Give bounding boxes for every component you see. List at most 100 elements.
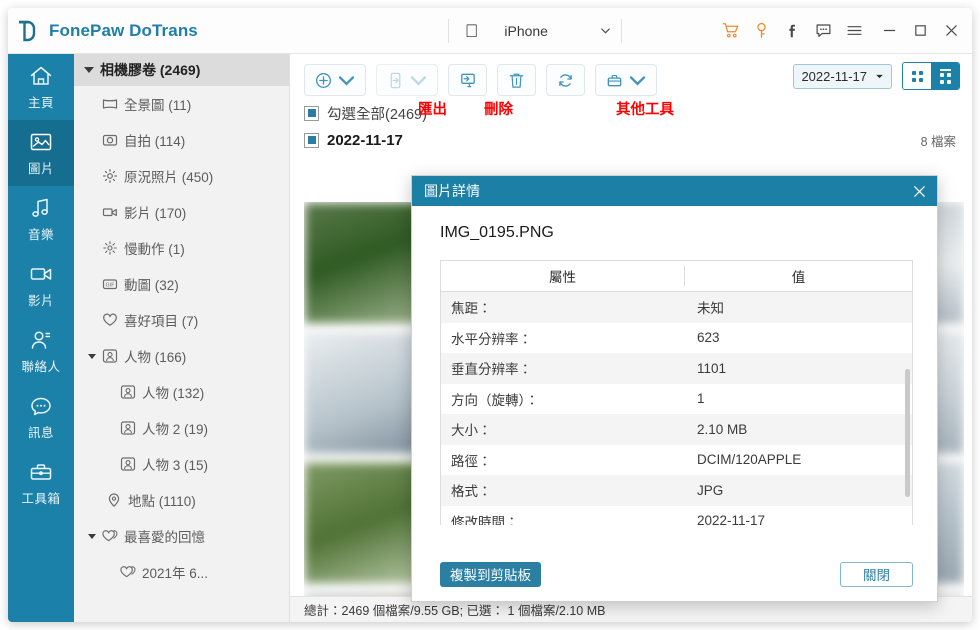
table-row: 修改時間： 2022-11-17 <box>441 506 912 525</box>
table-row: 焦距： 未知 <box>441 292 912 323</box>
property-key: 大小： <box>451 423 492 439</box>
property-value: 1101 <box>697 360 727 376</box>
dialog-scrollbar[interactable] <box>905 369 910 497</box>
tree-item-places[interactable]: 地點 (1110) <box>74 482 289 518</box>
tree-item-label: 最喜愛的回憶 <box>124 530 205 545</box>
app-title: FonePaw DoTrans <box>49 20 198 40</box>
tree-item-gif[interactable]: GIF 動圖 (32) <box>74 266 289 302</box>
dialog-footer: 複製到剪貼板 關閉 <box>412 547 937 601</box>
dialog-title: 圖片詳情 <box>424 183 480 199</box>
location-icon <box>108 493 120 507</box>
property-value: 1 <box>697 391 705 407</box>
property-key: 方向（旋轉）： <box>451 392 539 408</box>
tree-group-people[interactable]: 人物 (166) <box>74 338 289 374</box>
sidebar-item-photos[interactable]: 圖片 <box>8 120 74 186</box>
add-button[interactable] <box>304 64 366 96</box>
table-row: 方向（旋轉）： 1 <box>441 384 912 415</box>
maximize-button[interactable] <box>912 22 929 39</box>
sidebar-item-messages[interactable]: 訊息 <box>8 384 74 450</box>
table-row: 水平分辨率： 623 <box>441 323 912 354</box>
import-to-device-button[interactable] <box>376 64 438 96</box>
dialog-body: IMG_0195.PNG 屬性 值 焦距： 未知 水平分辨率： 623 垂直分辨… <box>412 206 937 547</box>
cart-icon[interactable] <box>722 22 739 39</box>
home-icon <box>30 66 52 85</box>
sidebar-item-toolbox[interactable]: 工具箱 <box>8 450 74 516</box>
tree-item-label: 喜好項目 (7) <box>124 314 199 329</box>
sidebar-label: 圖片 <box>27 162 54 176</box>
refresh-icon <box>559 73 572 87</box>
titlebar-divider <box>447 18 449 43</box>
group-file-count: 8 檔案 <box>920 134 956 149</box>
tree-item-live-photos[interactable]: 原況照片 (450) <box>74 158 289 194</box>
tree-root-camera-roll[interactable]: 相機膠卷 (2469) <box>74 54 289 86</box>
tree-item-memory-2021[interactable]: 2021年 6... <box>74 554 289 590</box>
key-icon[interactable] <box>753 22 770 39</box>
device-selector[interactable]: iPhone <box>504 23 611 39</box>
close-icon[interactable] <box>912 184 927 199</box>
dialog-header: 圖片詳情 <box>412 176 937 206</box>
tree-item-label: 地點 (1110) <box>128 494 196 509</box>
sidebar-item-videos[interactable]: 影片 <box>8 252 74 318</box>
tree-item-label: 慢動作 (1) <box>124 242 185 257</box>
export-to-pc-button[interactable] <box>448 64 487 96</box>
titlebar-actions <box>722 22 972 39</box>
titlebar-divider-2 <box>620 18 622 43</box>
group-checkbox[interactable] <box>304 132 319 148</box>
more-tools-button[interactable] <box>595 64 657 96</box>
slowmo-icon <box>103 241 117 255</box>
facebook-icon[interactable] <box>784 22 801 39</box>
detail-view-icon[interactable] <box>931 63 959 89</box>
column-header-property: 屬性 <box>441 266 685 286</box>
video-icon <box>30 268 52 280</box>
apple-icon:  <box>465 22 479 40</box>
svg-text:GIF: GIF <box>106 282 116 288</box>
close-button[interactable] <box>943 22 960 39</box>
select-all-row[interactable]: 勾選全部(2469) <box>290 100 972 126</box>
property-value: 2.10 MB <box>697 421 748 437</box>
tree-item-person-2[interactable]: 人物 2 (19) <box>74 410 289 446</box>
tree-item-panorama[interactable]: 全景圖 (11) <box>74 86 289 122</box>
sidebar-label: 聯絡人 <box>21 360 61 374</box>
trash-icon <box>509 73 524 88</box>
table-header-row: 屬性 值 <box>441 261 912 292</box>
table-row: 格式： JPG <box>441 475 912 506</box>
copy-to-clipboard-button[interactable]: 複製到剪貼板 <box>440 561 541 587</box>
sidebar: 主頁 圖片 音樂 影片 聯絡人 訊息 工具箱 <box>8 54 74 622</box>
tree-item-label: 人物 2 (19) <box>142 422 209 437</box>
date-group-header[interactable]: 2022-11-17 8 檔案 <box>290 126 972 154</box>
column-header-value: 值 <box>791 270 806 285</box>
tree-item-slow-motion[interactable]: 慢動作 (1) <box>74 230 289 266</box>
live-photo-icon <box>103 169 117 183</box>
table-row: 路徑： DCIM/120APPLE <box>441 445 912 476</box>
sidebar-label: 音樂 <box>27 228 54 242</box>
view-mode-toggle[interactable] <box>902 62 960 90</box>
photo-icon <box>30 133 52 151</box>
sidebar-item-home[interactable]: 主頁 <box>8 54 74 120</box>
sidebar-item-music[interactable]: 音樂 <box>8 186 74 252</box>
minimize-button[interactable] <box>881 22 898 39</box>
grid-view-icon[interactable] <box>903 63 931 89</box>
group-date-label: 2022-11-17 <box>327 131 403 149</box>
fonepaw-logo-icon <box>19 20 36 41</box>
select-all-checkbox[interactable] <box>304 105 319 121</box>
tree-item-person-3[interactable]: 人物 3 (15) <box>74 446 289 482</box>
chevron-down-icon <box>338 75 355 86</box>
tree-item-videos[interactable]: 影片 (170) <box>74 194 289 230</box>
sidebar-label: 訊息 <box>27 426 54 440</box>
tree-item-person-1[interactable]: 人物 (132) <box>74 374 289 410</box>
person-icon <box>120 457 136 471</box>
tree-item-selfie[interactable]: 自拍 (114) <box>74 122 289 158</box>
chevron-down-icon <box>876 74 883 78</box>
menu-icon[interactable] <box>846 22 863 39</box>
sidebar-item-contacts[interactable]: 聯絡人 <box>8 318 74 384</box>
table-row: 垂直分辨率： 1101 <box>441 353 912 384</box>
contacts-icon <box>31 331 51 349</box>
date-filter-dropdown[interactable]: 2022-11-17 <box>793 63 892 89</box>
delete-button[interactable] <box>497 64 536 96</box>
refresh-button[interactable] <box>546 64 585 96</box>
chevron-down-icon <box>629 75 646 86</box>
tree-group-memories[interactable]: 最喜愛的回憶 <box>74 518 289 554</box>
feedback-icon[interactable] <box>815 22 832 39</box>
tree-item-favorites[interactable]: 喜好項目 (7) <box>74 302 289 338</box>
close-dialog-button[interactable]: 關閉 <box>840 561 913 587</box>
